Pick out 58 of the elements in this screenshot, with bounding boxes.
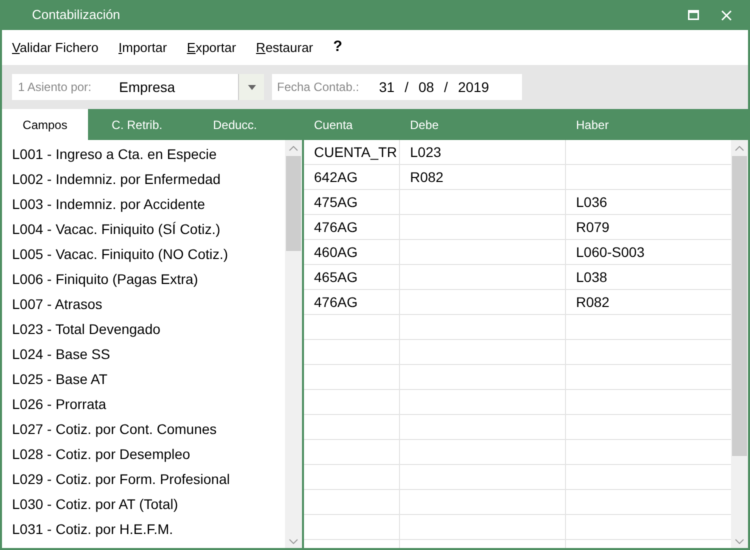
column-header: Cuenta — [313, 116, 354, 134]
column-header: Debe — [409, 116, 440, 134]
list-item[interactable]: L025 - Base AT — [2, 367, 285, 392]
list-item[interactable]: L031 - Cotiz. por H.E.F.M. — [2, 517, 285, 542]
table-cell-text: 476AG — [314, 218, 358, 236]
table-cell-text: 642AG — [314, 168, 358, 186]
year-text: 2019 — [458, 78, 490, 96]
table-cell-text: R082 — [410, 168, 444, 186]
list-item[interactable]: L023 - Total Devengado — [2, 317, 285, 342]
window-title: Contabilización — [32, 6, 120, 24]
date-separator: / — [404, 78, 408, 96]
list-item[interactable]: L024 - Base SS — [2, 342, 285, 367]
column-header: Haber — [575, 116, 610, 134]
scroll-down-icon[interactable] — [289, 539, 298, 544]
list-item[interactable]: L001 - Ingreso a Cta. en Especie — [2, 142, 285, 167]
scroll-down-icon[interactable] — [735, 539, 744, 544]
maximize-icon[interactable] — [688, 10, 699, 20]
scrollbar[interactable] — [731, 140, 748, 548]
table-cell-text: L023 — [410, 142, 442, 162]
asiento-dropdown[interactable]: 1 Asiento por: Empresa — [12, 74, 264, 100]
list-item[interactable]: L027 - Cotiz. por Cont. Comunes — [2, 417, 285, 442]
list-item[interactable]: L007 - Atrasos — [2, 292, 285, 317]
list-item[interactable]: L030 - Cotiz. por AT (Total) — [2, 492, 285, 517]
date-separator: / — [444, 78, 448, 96]
table-cell-text: 475AG — [314, 192, 358, 212]
table-cell-text: 465AG — [314, 268, 358, 286]
table-cell-text: R082 — [576, 292, 610, 312]
scrollbar[interactable] — [285, 140, 302, 548]
menu-item[interactable]: Importar — [118, 38, 167, 58]
list-item[interactable]: L002 - Indemniz. por Enfermedad — [2, 167, 285, 192]
list-item[interactable]: L006 - Finiquito (Pagas Extra) — [2, 267, 285, 292]
table-cell-text: L038 — [576, 268, 608, 286]
table-cell-text: L036 — [576, 192, 608, 212]
date-field[interactable]: Fecha Contab.: 31 / 08 / 2019 — [272, 74, 522, 100]
list-item[interactable]: L004 - Vacac. Finiquito (SÍ Cotiz.) — [2, 217, 285, 242]
scroll-thumb[interactable] — [732, 156, 747, 456]
menu-item[interactable]: Restaurar — [256, 38, 314, 58]
close-icon[interactable] — [721, 10, 732, 20]
list-item[interactable]: L029 - Cotiz. por Form. Profesional — [2, 467, 285, 492]
help-menu[interactable]: ? — [333, 36, 342, 59]
scroll-up-icon[interactable] — [289, 146, 298, 151]
day-text: 31 — [379, 78, 395, 96]
list-item[interactable]: L028 - Cotiz. por Desempleo — [2, 442, 285, 467]
list-item[interactable]: L026 - Prorrata — [2, 392, 285, 417]
menu-item[interactable]: Validar Fichero — [12, 38, 98, 58]
table-cell-text: L060-S003 — [576, 242, 645, 262]
dropdown-caret-icon — [248, 84, 256, 90]
tab[interactable]: Campos — [2, 109, 88, 140]
menu-item[interactable]: Exportar — [186, 38, 236, 58]
month-text: 08 — [418, 78, 434, 96]
list-item[interactable]: L003 - Indemniz. por Accidente — [2, 192, 285, 217]
table-cell-text: R079 — [576, 218, 610, 236]
table-cell-text: 460AG — [314, 242, 358, 262]
scroll-up-icon[interactable] — [735, 146, 744, 151]
scroll-thumb[interactable] — [286, 156, 301, 251]
table-cell-text: CUENTA_TR — [314, 142, 397, 162]
list-item[interactable]: L005 - Vacac. Finiquito (NO Cotiz.) — [2, 242, 285, 267]
table-cell-text: 476AG — [314, 292, 358, 312]
